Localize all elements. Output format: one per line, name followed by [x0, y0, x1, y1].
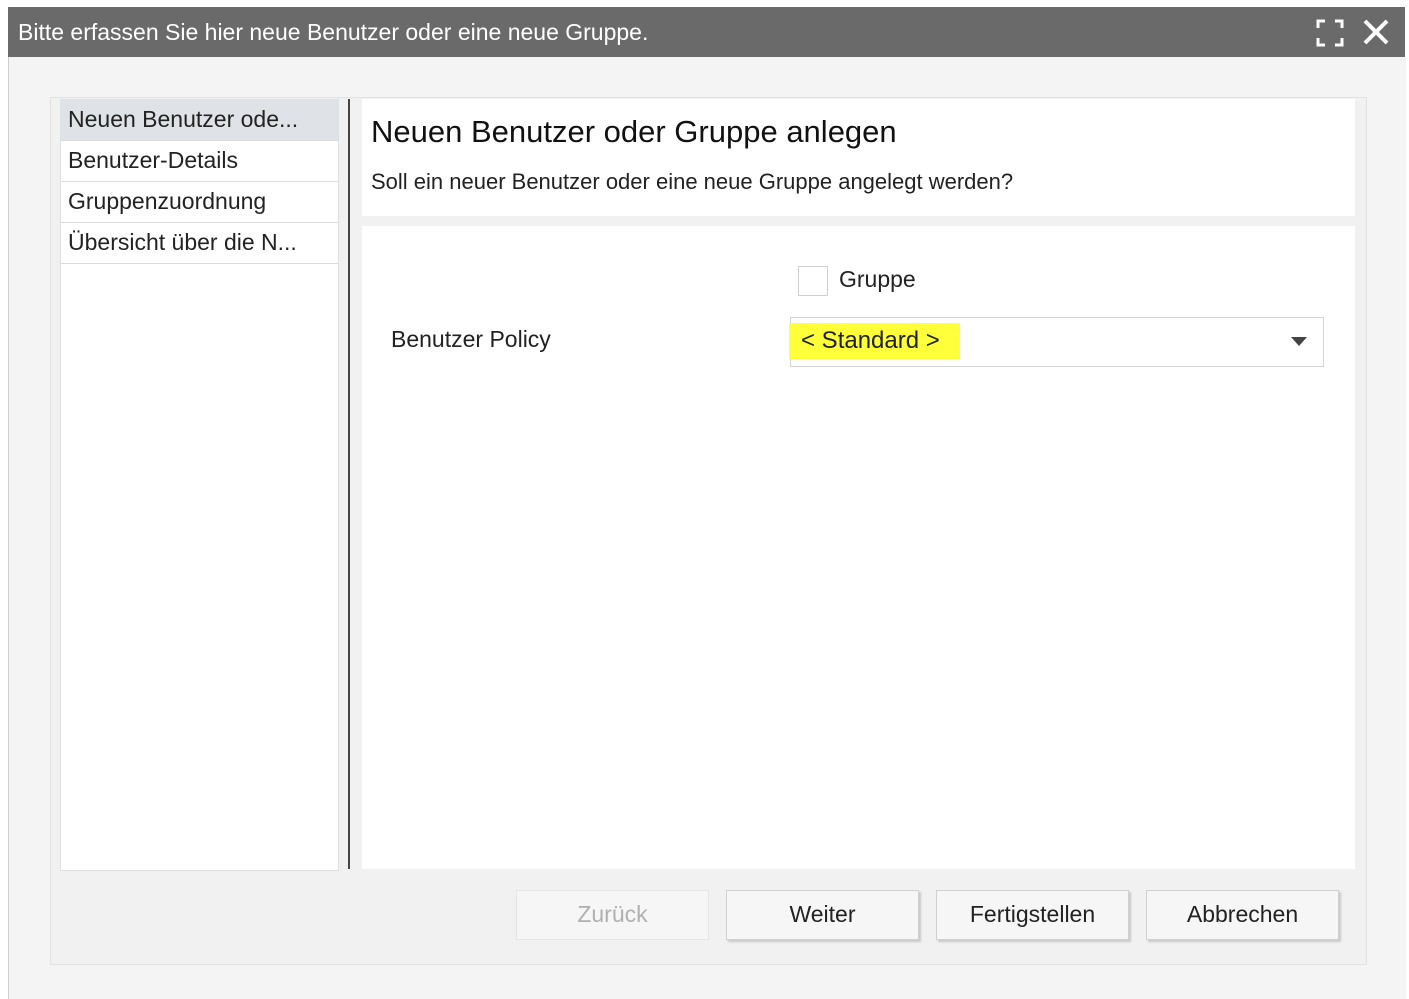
finish-button[interactable]: Fertigstellen: [936, 890, 1129, 940]
step-header: Neuen Benutzer oder Gruppe anlegen Soll …: [362, 99, 1355, 216]
step-group-assignment[interactable]: Gruppenzuordnung: [61, 182, 338, 223]
wizard-step-list: Neuen Benutzer ode... Benutzer-Details G…: [60, 99, 339, 871]
step-description: Soll ein neuer Benutzer oder eine neue G…: [371, 169, 1014, 194]
back-button[interactable]: Zurück: [516, 890, 709, 940]
maximize-icon[interactable]: [1314, 17, 1346, 49]
cancel-button[interactable]: Abbrechen: [1146, 890, 1339, 940]
step-new-user-or-group[interactable]: Neuen Benutzer ode...: [61, 100, 338, 141]
dialog-titlebar: Bitte erfassen Sie hier neue Benutzer od…: [8, 7, 1405, 57]
panel-splitter[interactable]: [348, 99, 350, 869]
user-policy-label: Benutzer Policy: [391, 326, 551, 352]
step-title: Neuen Benutzer oder Gruppe anlegen: [371, 114, 897, 149]
next-button[interactable]: Weiter: [726, 890, 919, 940]
chevron-down-icon[interactable]: [1291, 337, 1307, 347]
step-overview[interactable]: Übersicht über die N...: [61, 223, 338, 264]
user-policy-select[interactable]: < Standard >: [789, 317, 1324, 367]
window-edge: [0, 0, 8, 999]
step-content: Gruppe Benutzer Policy < Standard >: [362, 226, 1355, 869]
group-checkbox[interactable]: [798, 266, 828, 296]
dialog-title: Bitte erfassen Sie hier neue Benutzer od…: [18, 19, 649, 45]
group-checkbox-label: Gruppe: [839, 266, 916, 292]
close-icon[interactable]: [1360, 16, 1392, 48]
step-user-details[interactable]: Benutzer-Details: [61, 141, 338, 182]
user-policy-selected-value: < Standard >: [789, 323, 960, 359]
